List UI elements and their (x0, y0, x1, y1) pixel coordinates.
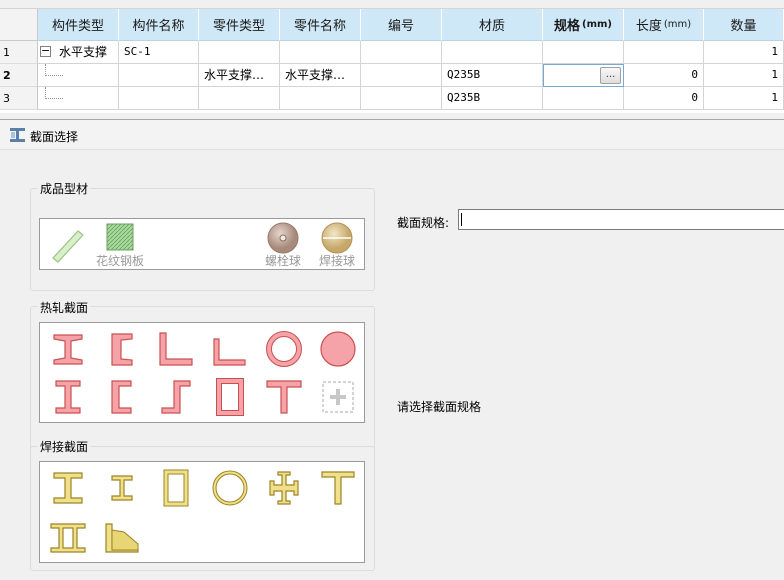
group-title-finished: 成品型材 (38, 180, 91, 197)
col-header-part-type[interactable]: 零件类型 (199, 9, 280, 41)
cell-material[interactable]: Q235B (442, 64, 543, 87)
cell-member-name[interactable] (119, 64, 199, 87)
group-title-welded: 焊接截面 (38, 438, 91, 455)
cell-member-name[interactable]: SC-1 (119, 41, 199, 64)
select-spec-hint: 请选择截面规格 (397, 400, 482, 414)
cell-length[interactable]: 0 (624, 87, 704, 110)
col-header-spec[interactable]: 规格 (mm) (543, 9, 624, 41)
col-header-part-name[interactable]: 零件名称 (280, 9, 361, 41)
round-bar-icon[interactable] (318, 329, 358, 369)
double-channel-icon[interactable] (102, 377, 142, 417)
col-header-quantity[interactable]: 数量 (704, 9, 784, 41)
cell-quantity[interactable]: 1 (704, 41, 784, 64)
spec-input[interactable] (458, 209, 784, 230)
table-row[interactable]: 2 水平支撑… 水平支撑… Q235B ... 0 1 (0, 64, 784, 87)
welded-box-icon[interactable] (156, 468, 196, 508)
welded-h-icon[interactable] (102, 468, 142, 508)
cell-part-name[interactable] (280, 41, 361, 64)
welded-i-beam-icon[interactable] (48, 468, 88, 508)
t-section-icon[interactable] (264, 377, 304, 417)
cell-spec[interactable] (543, 41, 624, 64)
row-number[interactable]: 3 (0, 87, 38, 110)
welded-tapered-icon[interactable] (102, 518, 142, 558)
table-row[interactable]: 3 Q235B 0 1 (0, 87, 784, 110)
cell-part-type[interactable] (199, 41, 280, 64)
tree-connector (45, 98, 63, 99)
grid-toolbar-strip (0, 0, 784, 9)
welded-double-box-icon[interactable] (48, 518, 88, 558)
bolt-ball-icon[interactable] (267, 222, 299, 254)
row-number[interactable]: 2 (0, 64, 38, 87)
unequal-angle-icon[interactable] (210, 329, 250, 369)
round-tube-icon[interactable] (264, 329, 304, 369)
welded-panel (39, 461, 365, 563)
section-select-dialog: 截面选择 成品型材 花纹钢板 螺栓球 焊接球 热轧截面 焊接截面 截面规格: 请… (0, 119, 784, 580)
grid-corner[interactable] (0, 9, 38, 41)
welded-cross-icon[interactable] (264, 468, 304, 508)
group-title-hot-rolled: 热轧截面 (38, 299, 91, 316)
welded-circular-icon[interactable] (210, 468, 250, 508)
spec-field-label: 截面规格: (397, 216, 450, 230)
cell-length[interactable]: 0 (624, 64, 704, 87)
checkered-plate-icon[interactable] (106, 223, 134, 251)
cell-material[interactable] (442, 41, 543, 64)
col-header-member-name[interactable]: 构件名称 (119, 9, 199, 41)
cell-quantity[interactable]: 1 (704, 87, 784, 110)
cell-quantity[interactable]: 1 (704, 64, 784, 87)
checkered-plate-label: 花纹钢板 (96, 254, 145, 268)
cell-length[interactable] (624, 41, 704, 64)
spec-browse-button[interactable]: ... (600, 67, 621, 84)
cell-part-type[interactable]: 水平支撑… (199, 64, 280, 87)
table-row[interactable]: 1 水平支撑 − SC-1 1 (0, 41, 784, 64)
channel-icon[interactable] (102, 329, 142, 369)
collapse-toggle-icon[interactable]: − (40, 45, 51, 57)
cell-material[interactable]: Q235B (442, 87, 543, 110)
flat-bar-icon[interactable] (48, 225, 88, 265)
cell-member-name[interactable] (119, 87, 199, 110)
i-beam-icon[interactable] (48, 329, 88, 369)
grid-header-row: 构件类型 构件名称 零件类型 零件名称 编号 材质 规格 (mm) 长度 (mm) … (0, 9, 784, 41)
welded-ball-icon[interactable] (321, 222, 353, 254)
col-header-length[interactable]: 长度 (mm) (624, 9, 704, 41)
cell-number[interactable] (361, 64, 442, 87)
parts-grid: 构件类型 构件名称 零件类型 零件名称 编号 材质 规格 (mm) 长度 (mm) … (0, 0, 784, 113)
add-section-icon[interactable] (318, 377, 358, 417)
hot-rolled-panel (39, 322, 365, 423)
cell-spec-editor[interactable]: ... (543, 64, 624, 87)
text-caret (461, 213, 462, 226)
cell-part-name[interactable] (280, 87, 361, 110)
cell-part-name[interactable]: 水平支撑… (280, 64, 361, 87)
finished-profiles-panel: 花纹钢板 螺栓球 焊接球 (39, 218, 365, 270)
tree-connector (45, 75, 63, 76)
row-number[interactable]: 1 (0, 41, 38, 64)
welded-ball-label: 焊接球 (319, 254, 356, 268)
bolt-ball-label: 螺栓球 (265, 254, 302, 268)
rect-tube-icon[interactable] (210, 377, 250, 417)
col-header-number[interactable]: 编号 (361, 9, 442, 41)
col-header-material[interactable]: 材质 (442, 9, 543, 41)
cell-spec[interactable] (543, 87, 624, 110)
z-section-icon[interactable] (156, 377, 196, 417)
equal-angle-icon[interactable] (156, 329, 196, 369)
h-beam-icon[interactable] (48, 377, 88, 417)
section-app-icon (10, 128, 25, 142)
welded-t-icon[interactable] (318, 468, 358, 508)
col-header-member-type[interactable]: 构件类型 (38, 9, 119, 41)
dialog-title-bar[interactable]: 截面选择 (0, 120, 784, 150)
cell-number[interactable] (361, 87, 442, 110)
cell-number[interactable] (361, 41, 442, 64)
dialog-title: 截面选择 (30, 130, 79, 144)
cell-part-type[interactable] (199, 87, 280, 110)
